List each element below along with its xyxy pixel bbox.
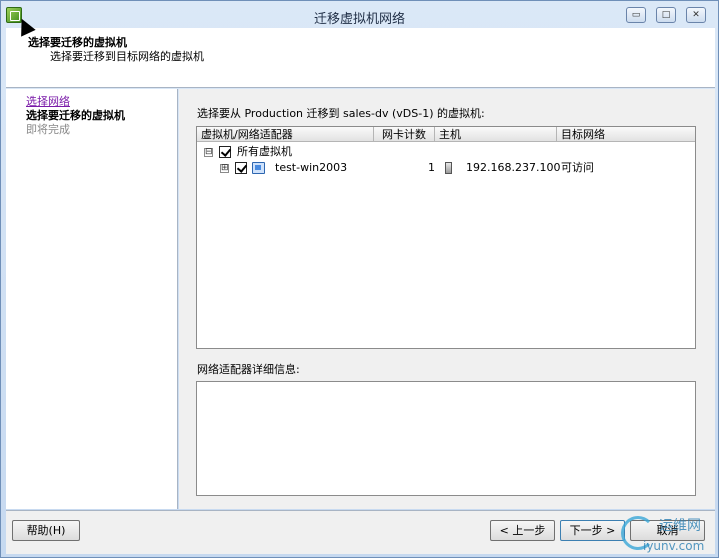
help-button[interactable]: 帮助(H): [12, 520, 80, 541]
vm-name: test-win2003: [275, 161, 348, 174]
adapter-details-panel[interactable]: [196, 381, 696, 496]
next-button[interactable]: 下一步 >: [560, 520, 625, 541]
expand-icon[interactable]: ⊞: [220, 164, 229, 173]
all-vms-label: 所有虚拟机: [237, 145, 292, 158]
back-button[interactable]: < 上一步: [490, 520, 555, 541]
table-row-all-vms[interactable]: ⊟ 所有虚拟机: [197, 144, 695, 160]
vm-checkbox[interactable]: [235, 162, 247, 174]
adapter-details-label: 网络适配器详细信息:: [197, 363, 300, 376]
close-button[interactable]: ✕: [686, 7, 706, 23]
maximize-button[interactable]: □: [656, 7, 676, 23]
window-title: 迁移虚拟机网络: [313, 12, 405, 27]
migrate-vm-network-dialog: 迁移虚拟机网络 ▭ □ ✕ 选择要迁移的虚拟机 选择要迁移到目标网络的虚拟机 选…: [0, 0, 719, 558]
header-subtitle: 选择要迁移到目标网络的虚拟机: [50, 50, 204, 63]
column-header-target-network[interactable]: 目标网络: [557, 127, 695, 142]
wizard-steps-nav: 选择网络 选择要迁移的虚拟机 即将完成: [6, 89, 178, 509]
main-content: 选择要从 Production 迁移到 sales-dv (vDS-1) 的虚拟…: [179, 89, 715, 509]
title-bar[interactable]: 迁移虚拟机网络 ▭ □ ✕: [1, 1, 718, 29]
wizard-footer: 帮助(H) < 上一步 下一步 > 取消: [6, 510, 715, 554]
target-network: 可访问: [561, 161, 594, 174]
vm-selection-table[interactable]: 虚拟机/网络适配器 网卡计数 主机 目标网络 ⊟ 所有虚拟机 ⊞ test-wi…: [196, 126, 696, 349]
minimize-button[interactable]: ▭: [626, 7, 646, 23]
column-header-vm-adapter[interactable]: 虚拟机/网络适配器: [197, 127, 374, 142]
cancel-button[interactable]: 取消: [630, 520, 705, 541]
nic-count: 1: [428, 161, 435, 174]
selection-prompt: 选择要从 Production 迁移到 sales-dv (vDS-1) 的虚拟…: [197, 107, 485, 120]
host-icon: [445, 162, 452, 174]
column-header-nic-count[interactable]: 网卡计数: [374, 127, 435, 142]
collapse-icon[interactable]: ⊟: [204, 148, 213, 157]
table-header: 虚拟机/网络适配器 网卡计数 主机 目标网络: [197, 127, 695, 142]
all-vms-checkbox[interactable]: [219, 146, 231, 158]
column-header-host[interactable]: 主机: [435, 127, 557, 142]
vm-icon: [252, 162, 265, 174]
wizard-header: 选择要迁移的虚拟机 选择要迁移到目标网络的虚拟机: [6, 28, 715, 88]
nav-step-ready-to-complete: 即将完成: [26, 123, 70, 136]
table-row[interactable]: ⊞ test-win2003 1 192.168.237.100 可访问: [197, 160, 695, 176]
host-address: 192.168.237.100: [466, 161, 561, 174]
